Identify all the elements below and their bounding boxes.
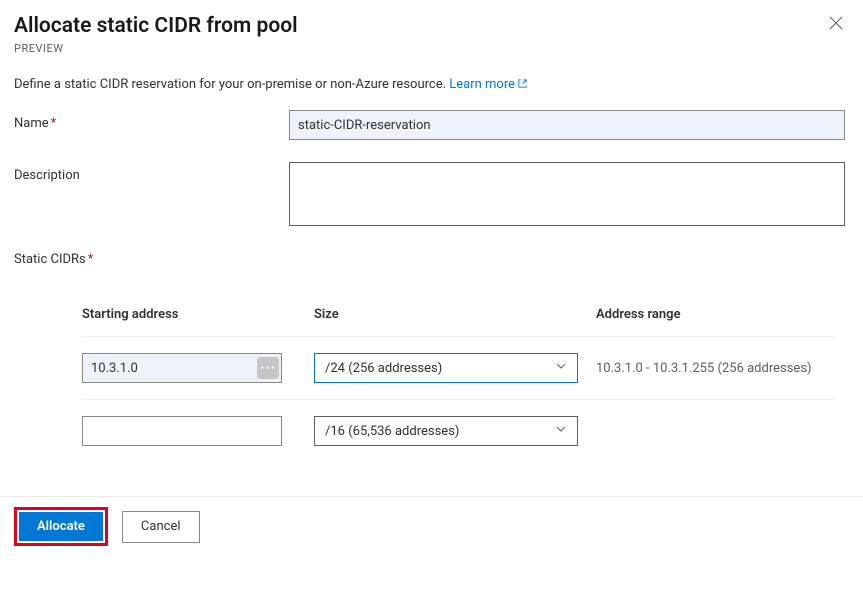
name-label: Name* — [14, 110, 289, 131]
description-label: Description — [14, 162, 289, 183]
size-select-value: /24 (256 addresses) — [325, 361, 442, 376]
close-button[interactable] — [827, 14, 845, 32]
page-title: Allocate static CIDR from pool — [14, 14, 298, 38]
size-select[interactable]: /16 (65,536 addresses) — [314, 416, 578, 446]
description-input[interactable] — [289, 162, 845, 226]
required-asterisk: * — [51, 116, 57, 131]
table-row: /16 (65,536 addresses) — [82, 400, 835, 462]
address-range-value: 10.3.1.0 - 10.3.1.255 (256 addresses) — [596, 361, 835, 376]
allocate-cidr-panel: Allocate static CIDR from pool PREVIEW D… — [0, 0, 863, 462]
field-description-row: Description — [14, 162, 845, 230]
starting-address-input[interactable] — [82, 416, 282, 446]
name-control — [289, 110, 845, 140]
name-label-text: Name — [14, 116, 49, 131]
intro-text: Define a static CIDR reservation for you… — [14, 77, 845, 92]
footer: Allocate Cancel — [0, 496, 863, 564]
size-cell: /24 (256 addresses) — [314, 353, 596, 383]
col-header-range: Address range — [596, 307, 835, 322]
size-select[interactable]: /24 (256 addresses) — [314, 353, 578, 383]
starting-address-input[interactable] — [82, 353, 282, 383]
ellipsis-icon: ··· — [260, 361, 276, 375]
row-actions-button[interactable]: ··· — [257, 357, 279, 379]
form: Name* Description Static CIDRs* Starting… — [14, 110, 845, 462]
static-cidrs-label-text: Static CIDRs — [14, 252, 86, 267]
table-row: ··· /24 (256 addresses) 10.3.1.0 - 10.3.… — [82, 337, 835, 400]
chevron-down-icon — [555, 423, 567, 439]
static-cidrs-label: Static CIDRs* — [14, 252, 845, 267]
intro-body: Define a static CIDR reservation for you… — [14, 77, 449, 92]
cidr-table: Starting address Size Address range ··· … — [82, 307, 835, 462]
allocate-button[interactable]: Allocate — [19, 512, 103, 541]
chevron-down-icon — [555, 360, 567, 376]
learn-more-label: Learn more — [449, 77, 515, 92]
learn-more-link[interactable]: Learn more — [449, 77, 528, 92]
allocate-highlight: Allocate — [14, 507, 108, 546]
col-header-size: Size — [314, 307, 596, 322]
table-header: Starting address Size Address range — [82, 307, 835, 337]
description-control — [289, 162, 845, 230]
cancel-button[interactable]: Cancel — [122, 511, 200, 543]
start-cell — [82, 416, 314, 446]
col-header-start: Starting address — [82, 307, 314, 322]
size-cell: /16 (65,536 addresses) — [314, 416, 596, 446]
name-input[interactable] — [289, 110, 845, 140]
size-select-value: /16 (65,536 addresses) — [325, 424, 459, 439]
required-asterisk: * — [88, 252, 94, 267]
external-link-icon — [517, 78, 528, 89]
title-row: Allocate static CIDR from pool — [14, 14, 845, 38]
preview-badge: PREVIEW — [14, 42, 845, 55]
start-cell: ··· — [82, 353, 314, 383]
field-name-row: Name* — [14, 110, 845, 140]
close-icon — [829, 16, 843, 30]
